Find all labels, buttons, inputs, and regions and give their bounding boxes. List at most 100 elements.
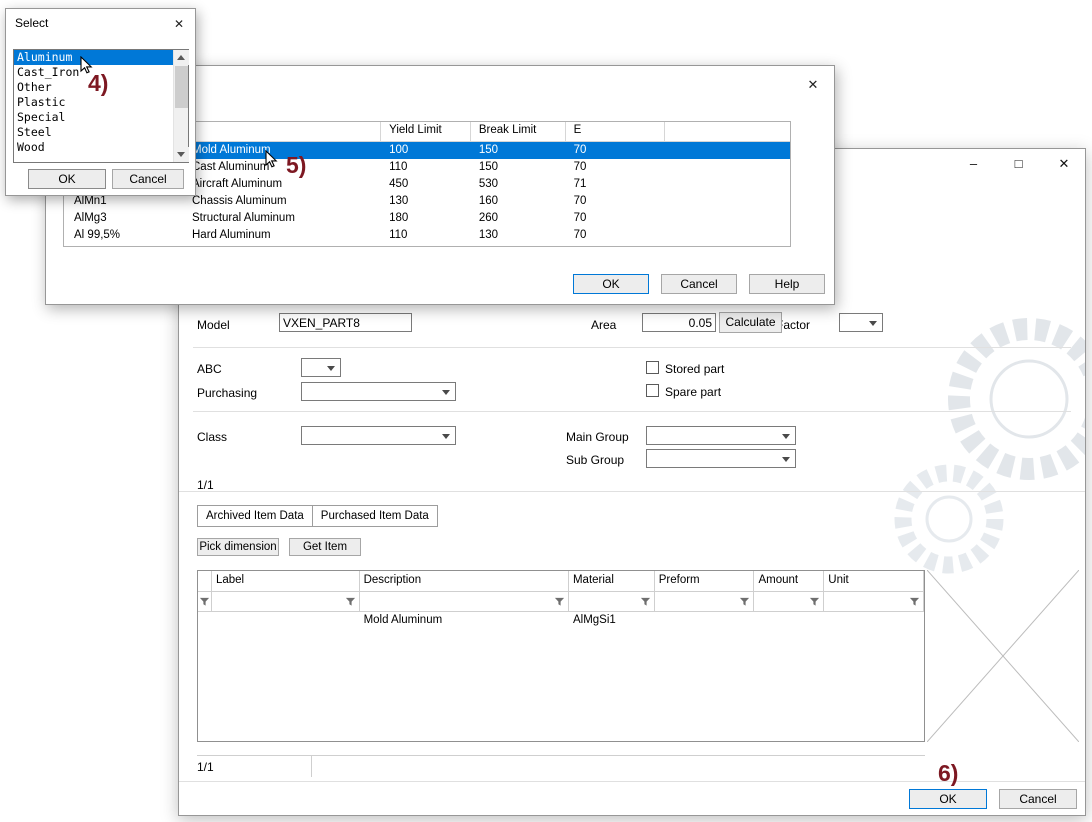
filter-icon[interactable] <box>739 596 750 607</box>
sub-group-combobox[interactable] <box>646 449 796 468</box>
class-label: Class <box>197 430 227 444</box>
material-yield: 100 <box>381 142 471 159</box>
close-icon[interactable]: ✕ <box>798 74 828 96</box>
list-item[interactable]: Cast_Iron <box>14 65 174 80</box>
select-dialog: Select ✕ Aluminum Cast_Iron Other Plasti… <box>5 8 196 196</box>
spare-part-checkbox[interactable] <box>646 384 659 397</box>
item-table-filter-row <box>198 592 924 612</box>
chevron-down-icon <box>327 366 335 371</box>
chevron-down-icon <box>782 434 790 439</box>
purchasing-combobox[interactable] <box>301 382 456 401</box>
cell-preform <box>655 612 755 629</box>
header-label[interactable]: Label <box>212 571 360 591</box>
stored-part-label: Stored part <box>665 362 724 376</box>
minimize-icon[interactable]: – <box>951 149 996 179</box>
material-row[interactable]: Al 99,5%Hard Aluminum 110 130 70 <box>64 227 790 244</box>
calculate-button[interactable]: Calculate <box>719 312 782 333</box>
item-data-tabstrip: Archived Item Data Purchased Item Data <box>197 505 438 527</box>
help-button[interactable]: Help <box>749 274 825 294</box>
divider <box>311 755 312 777</box>
scrollbar-thumb[interactable] <box>175 66 188 108</box>
item-table-row[interactable]: Mold Aluminum AlMgSi1 <box>198 612 924 629</box>
material-yield: 130 <box>381 193 471 210</box>
maximize-icon[interactable]: □ <box>996 149 1041 179</box>
material-e: 70 <box>566 227 666 244</box>
list-item[interactable]: Special <box>14 110 174 125</box>
ok-button[interactable]: OK <box>909 789 987 809</box>
close-icon[interactable]: ✕ <box>168 14 190 34</box>
desktop: { "annotations": { "step4_label": "4)", … <box>0 0 1092 822</box>
main-group-combobox[interactable] <box>646 426 796 445</box>
purchasing-label: Purchasing <box>197 386 257 400</box>
material-e: 70 <box>566 142 666 159</box>
material-break: 130 <box>471 227 566 244</box>
sub-group-label: Sub Group <box>566 453 624 467</box>
material-name: Mold Aluminum <box>192 144 271 156</box>
scroll-down-icon[interactable] <box>174 147 189 162</box>
material-break: 150 <box>471 159 566 176</box>
scrollbar[interactable] <box>173 50 188 162</box>
model-label: Model <box>197 318 230 332</box>
filter-icon[interactable] <box>554 596 565 607</box>
header-e[interactable]: E <box>566 122 666 141</box>
factor-combobox[interactable] <box>839 313 883 332</box>
filter-icon[interactable] <box>909 596 920 607</box>
material-row[interactable]: AlMg3Structural Aluminum 180 260 70 <box>64 210 790 227</box>
scroll-up-icon[interactable] <box>174 50 189 65</box>
material-yield: 110 <box>381 227 471 244</box>
list-item[interactable]: Wood <box>14 140 174 155</box>
cell-description: Mold Aluminum <box>360 612 569 629</box>
chevron-down-icon <box>869 321 877 326</box>
filter-icon[interactable] <box>809 596 820 607</box>
list-item[interactable]: Plastic <box>14 95 174 110</box>
material-yield: 450 <box>381 176 471 193</box>
header-break-limit[interactable]: Break Limit <box>471 122 566 141</box>
model-input[interactable] <box>279 313 412 332</box>
header-material[interactable]: Material <box>569 571 655 591</box>
close-icon[interactable]: ✕ <box>1041 149 1086 179</box>
filter-icon[interactable] <box>199 596 210 607</box>
cancel-button[interactable]: Cancel <box>661 274 737 294</box>
header-yield-limit[interactable]: Yield Limit <box>381 122 471 141</box>
material-category-listbox: Aluminum Cast_Iron Other Plastic Special… <box>13 49 189 163</box>
get-item-button[interactable]: Get Item <box>289 538 361 556</box>
filter-icon[interactable] <box>345 596 356 607</box>
divider <box>179 781 1086 782</box>
material-name: Chassis Aluminum <box>192 195 287 207</box>
dialog-title: Select <box>15 16 48 30</box>
header-description[interactable]: Description <box>360 571 569 591</box>
material-e: 70 <box>566 159 666 176</box>
pick-dimension-button[interactable]: Pick dimension <box>197 538 279 556</box>
material-break: 160 <box>471 193 566 210</box>
header-unit[interactable]: Unit <box>824 571 924 591</box>
header-preform[interactable]: Preform <box>655 571 755 591</box>
divider <box>179 491 1086 492</box>
list-item[interactable]: Aluminum <box>14 50 174 65</box>
main-group-label: Main Group <box>566 430 629 444</box>
area-input[interactable] <box>642 313 716 332</box>
list-item[interactable]: Other <box>14 80 174 95</box>
stored-part-checkbox[interactable] <box>646 361 659 374</box>
tab-purchased-item-data[interactable]: Purchased Item Data <box>312 505 438 527</box>
list-item[interactable]: Steel <box>14 125 174 140</box>
record-indicator: 1/1 <box>197 760 214 774</box>
tab-archived-item-data[interactable]: Archived Item Data <box>197 505 313 527</box>
material-e: 70 <box>566 210 666 227</box>
material-break: 260 <box>471 210 566 227</box>
ok-button[interactable]: OK <box>28 169 106 189</box>
cell-amount <box>754 612 824 629</box>
cancel-button[interactable]: Cancel <box>112 169 184 189</box>
cancel-button[interactable]: Cancel <box>999 789 1077 809</box>
abc-combobox[interactable] <box>301 358 341 377</box>
material-e: 70 <box>566 193 666 210</box>
filter-icon[interactable] <box>640 596 651 607</box>
chevron-down-icon <box>442 434 450 439</box>
header-amount[interactable]: Amount <box>754 571 824 591</box>
chevron-down-icon <box>442 390 450 395</box>
header-icon-column <box>198 571 212 591</box>
ok-button[interactable]: OK <box>573 274 649 294</box>
class-combobox[interactable] <box>301 426 456 445</box>
record-indicator: 1/1 <box>197 478 214 492</box>
material-name: Aircraft Aluminum <box>192 178 282 190</box>
abc-label: ABC <box>197 362 222 376</box>
